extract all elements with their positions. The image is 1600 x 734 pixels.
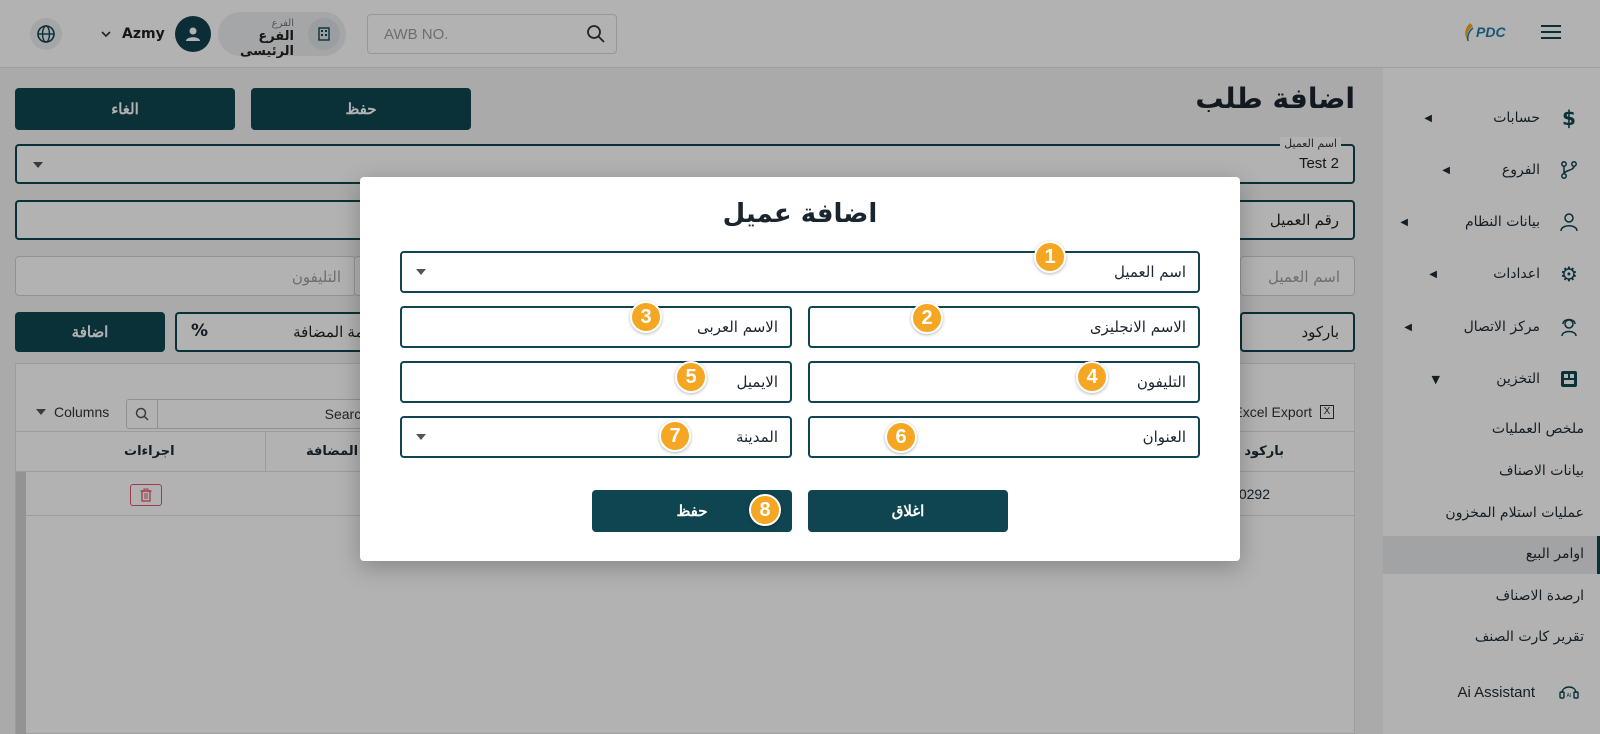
email-label: الايميل <box>736 373 778 391</box>
english-name-field[interactable]: الاسم الانجليزى <box>808 306 1200 348</box>
phone-field[interactable]: التليفون <box>808 361 1200 403</box>
annotation-badge-4: 4 <box>1076 361 1108 393</box>
email-field[interactable]: الايميل <box>400 361 792 403</box>
city-label: المدينة <box>735 428 778 446</box>
annotation-badge-5: 5 <box>675 361 707 393</box>
address-field[interactable]: العنوان <box>808 416 1200 458</box>
annotation-badge-2: 2 <box>911 302 943 334</box>
annotation-badge-3: 3 <box>630 301 662 333</box>
arabic-name-label: الاسم العربى <box>697 318 778 336</box>
add-customer-dialog: اضافة عميل اسم العميل الاسم الانجليزى ال… <box>360 177 1240 561</box>
annotation-badge-6: 6 <box>885 421 917 453</box>
arabic-name-field[interactable]: الاسم العربى <box>400 306 792 348</box>
annotation-badge-1: 1 <box>1034 241 1066 273</box>
modal-close-button[interactable]: اغلاق <box>808 490 1008 532</box>
city-dropdown[interactable]: المدينة <box>400 416 792 458</box>
annotation-badge-8: 8 <box>749 494 781 526</box>
annotation-badge-7: 7 <box>659 420 691 452</box>
customer-name-label: اسم العميل <box>1113 263 1186 281</box>
modal-title: اضافة عميل <box>722 199 878 229</box>
dropdown-caret-icon <box>416 434 426 440</box>
address-label: العنوان <box>1142 428 1186 446</box>
customer-name-dropdown[interactable]: اسم العميل <box>400 251 1200 293</box>
dropdown-caret-icon <box>416 269 426 275</box>
phone-label: التليفون <box>1136 373 1186 391</box>
english-name-label: الاسم الانجليزى <box>1089 318 1186 336</box>
